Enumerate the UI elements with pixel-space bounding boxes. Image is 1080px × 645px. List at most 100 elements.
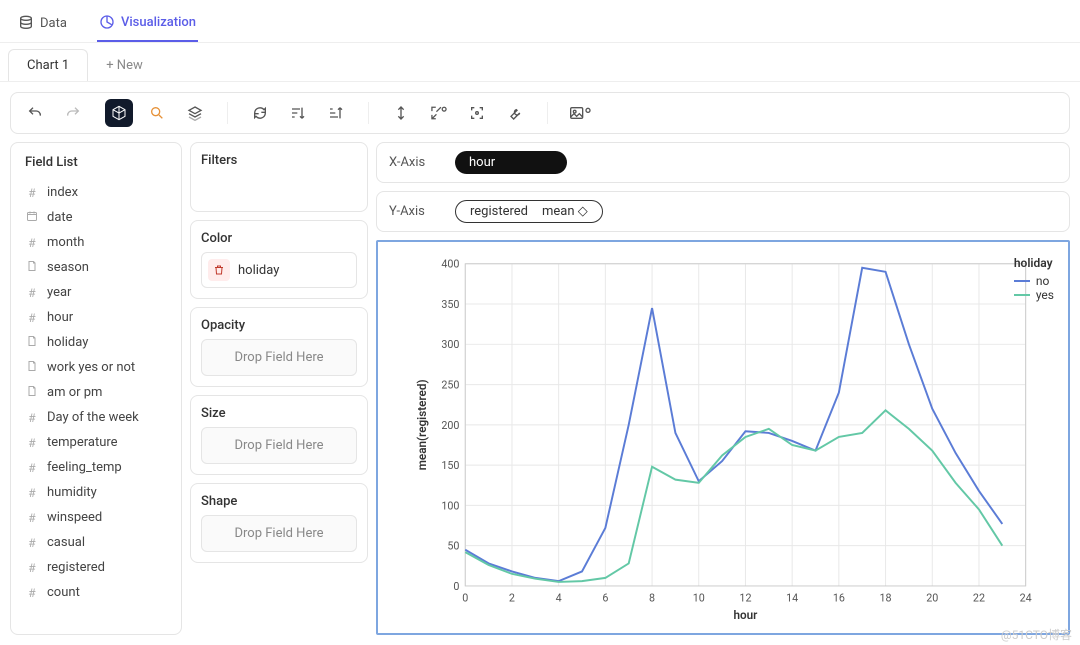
type-icon: # (25, 586, 39, 600)
y-axis-label: Y-Axis (389, 204, 441, 219)
field-item-feeling_temp[interactable]: #feeling_temp (19, 455, 173, 480)
line-chart: 0501001502002503003504000246810121416182… (386, 254, 1060, 625)
legend: holiday noyes (1014, 256, 1054, 302)
type-icon: # (25, 411, 39, 425)
type-icon: # (25, 486, 39, 500)
svg-text:14: 14 (786, 592, 798, 605)
field-item-hour[interactable]: #hour (19, 305, 173, 330)
field-item-index[interactable]: #index (19, 180, 173, 205)
redo-button[interactable] (59, 99, 87, 127)
field-item-humidity[interactable]: #humidity (19, 480, 173, 505)
filters-box: Filters (190, 142, 368, 212)
field-item-work-yes-or-not[interactable]: work yes or not (19, 355, 173, 380)
tab-visualization[interactable]: Visualization (97, 10, 198, 42)
opacity-dropzone[interactable]: Drop Field Here (201, 339, 357, 376)
type-icon: # (25, 286, 39, 300)
x-axis-pill[interactable]: hour (455, 151, 567, 174)
svg-text:20: 20 (926, 592, 938, 605)
svg-text:12: 12 (739, 592, 751, 605)
field-item-am-or-pm[interactable]: am or pm (19, 380, 173, 405)
svg-text:200: 200 (441, 419, 459, 432)
type-icon: # (25, 186, 39, 200)
sort-desc-icon[interactable] (322, 99, 350, 127)
type-icon (25, 260, 39, 275)
svg-text:16: 16 (833, 592, 845, 605)
type-icon: # (25, 461, 39, 475)
refresh-icon[interactable] (246, 99, 274, 127)
y-agg-selector[interactable]: mean ◇ (542, 204, 588, 219)
x-axis-label: X-Axis (389, 155, 441, 170)
svg-text:mean(registered): mean(registered) (415, 379, 429, 470)
color-field-chip[interactable]: holiday (201, 252, 357, 288)
legend-item-yes: yes (1014, 288, 1054, 302)
svg-text:100: 100 (441, 499, 459, 512)
layers-icon[interactable] (181, 99, 209, 127)
legend-title: holiday (1014, 256, 1054, 270)
chart-canvas: 0501001502002503003504000246810121416182… (376, 240, 1070, 635)
svg-text:24: 24 (1020, 592, 1032, 605)
svg-text:4: 4 (556, 592, 562, 605)
field-item-temperature[interactable]: #temperature (19, 430, 173, 455)
field-item-casual[interactable]: #casual (19, 530, 173, 555)
top-tabs: Data Visualization (0, 0, 1080, 43)
image-settings-icon[interactable] (566, 99, 594, 127)
svg-text:8: 8 (649, 592, 655, 605)
color-field-name: holiday (238, 263, 279, 278)
tab-viz-label: Visualization (121, 15, 196, 30)
field-item-month[interactable]: #month (19, 230, 173, 255)
scan-icon[interactable] (463, 99, 491, 127)
undo-button[interactable] (21, 99, 49, 127)
size-box: Size Drop Field Here (190, 395, 368, 475)
y-axis-pill[interactable]: registered mean ◇ (455, 200, 603, 223)
type-icon: # (25, 436, 39, 450)
svg-text:18: 18 (880, 592, 892, 605)
legend-item-no: no (1014, 274, 1054, 288)
type-icon: # (25, 536, 39, 550)
type-icon: # (25, 236, 39, 250)
tab-data[interactable]: Data (16, 11, 69, 41)
chart-tab-1[interactable]: Chart 1 (8, 49, 88, 81)
svg-text:50: 50 (447, 540, 459, 553)
field-item-date[interactable]: date (19, 205, 173, 230)
svg-text:2: 2 (509, 592, 515, 605)
search-icon[interactable] (143, 99, 171, 127)
type-icon (25, 360, 39, 375)
tab-data-label: Data (40, 16, 67, 31)
svg-text:22: 22 (973, 592, 985, 605)
chart-icon (99, 14, 115, 30)
x-axis-row: X-Axis hour (376, 142, 1070, 183)
field-item-winspeed[interactable]: #winspeed (19, 505, 173, 530)
svg-text:10: 10 (693, 592, 705, 605)
sort-asc-icon[interactable] (284, 99, 312, 127)
size-dropzone[interactable]: Drop Field Here (201, 427, 357, 464)
field-item-season[interactable]: season (19, 255, 173, 280)
cube-button[interactable] (105, 99, 133, 127)
expand-vert-icon[interactable] (387, 99, 415, 127)
field-item-year[interactable]: #year (19, 280, 173, 305)
svg-text:150: 150 (441, 459, 459, 472)
field-item-count[interactable]: #count (19, 580, 173, 605)
field-list-title: Field List (25, 155, 167, 170)
trash-icon[interactable] (208, 259, 230, 281)
type-icon: # (25, 511, 39, 525)
size-label: Size (201, 406, 357, 421)
field-item-registered[interactable]: #registered (19, 555, 173, 580)
type-icon: # (25, 561, 39, 575)
type-icon: # (25, 311, 39, 325)
fullscreen-settings-icon[interactable] (425, 99, 453, 127)
toolbar (10, 92, 1070, 134)
database-icon (18, 15, 34, 31)
type-icon (25, 385, 39, 400)
svg-text:300: 300 (441, 338, 459, 351)
chart-tab-new[interactable]: + New (88, 50, 161, 81)
svg-text:350: 350 (441, 298, 459, 311)
wrench-icon[interactable] (501, 99, 529, 127)
svg-text:0: 0 (462, 592, 468, 605)
shape-dropzone[interactable]: Drop Field Here (201, 515, 357, 552)
field-item-Day-of-the-week[interactable]: #Day of the week (19, 405, 173, 430)
type-icon (25, 210, 39, 225)
y-axis-row: Y-Axis registered mean ◇ (376, 191, 1070, 232)
field-item-holiday[interactable]: holiday (19, 330, 173, 355)
field-list-panel: Field List #indexdate#monthseason#year#h… (10, 142, 182, 635)
svg-text:hour: hour (734, 608, 759, 622)
